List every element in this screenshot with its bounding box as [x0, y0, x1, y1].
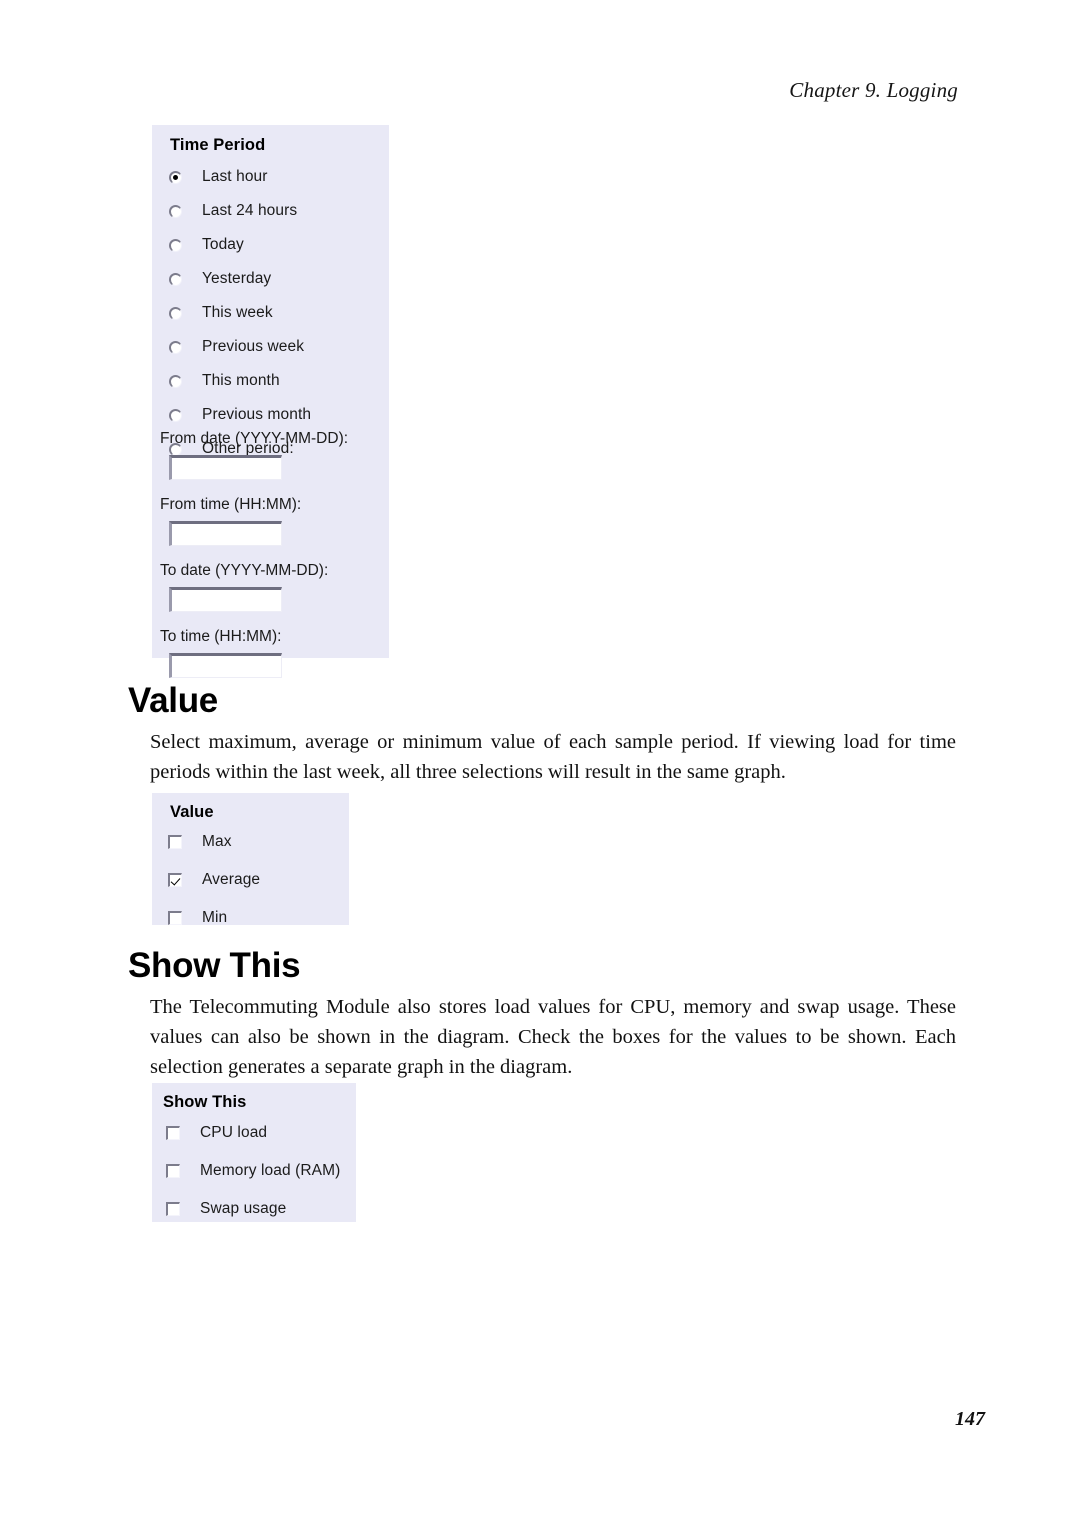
value-option-label: Min: [202, 909, 228, 926]
value-paragraph-text: Select maximum, average or minimum value…: [150, 731, 956, 783]
time-period-option-label: Last hour: [202, 168, 268, 185]
show-this-option-label: Memory load (RAM): [200, 1162, 341, 1179]
radio-icon-selected[interactable]: [169, 170, 182, 184]
checkbox-icon[interactable]: [166, 1202, 180, 1216]
time-period-option-label: Yesterday: [202, 270, 272, 287]
radio-icon[interactable]: [169, 204, 182, 218]
time-period-option-1[interactable]: Last 24 hours: [169, 202, 311, 220]
time-period-option-label: Previous week: [202, 338, 305, 355]
page-number: 147: [955, 1408, 985, 1430]
time-period-option-6[interactable]: This month: [169, 372, 311, 390]
time-period-field-1: From time (HH:MM):: [160, 496, 348, 546]
value-option-2[interactable]: Min: [168, 909, 260, 927]
text-input[interactable]: [169, 587, 282, 612]
show-this-option-1[interactable]: Memory load (RAM): [166, 1162, 340, 1180]
value-panel-title: Value: [170, 803, 214, 821]
radio-icon[interactable]: [169, 408, 182, 422]
time-period-option-7[interactable]: Previous month: [169, 406, 311, 424]
radio-icon[interactable]: [169, 374, 182, 388]
checkbox-icon[interactable]: [166, 1164, 180, 1178]
time-period-field-0: From date (YYYY-MM-DD):: [160, 430, 348, 480]
time-period-option-label: Previous month: [202, 406, 312, 423]
time-period-option-4[interactable]: This week: [169, 304, 311, 322]
time-period-option-label: This month: [202, 372, 280, 389]
checkbox-icon[interactable]: [168, 835, 182, 849]
time-period-option-label: Last 24 hours: [202, 202, 298, 219]
time-period-field-2: To date (YYYY-MM-DD):: [160, 562, 348, 612]
time-period-panel: Time Period Last hour Last 24 hours Today Y…: [152, 125, 389, 678]
time-period-radio-group[interactable]: Last hour Last 24 hours Today Yesterday This…: [169, 168, 311, 474]
field-label: From date (YYYY-MM-DD):: [160, 430, 349, 447]
value-option-0[interactable]: Max: [168, 833, 260, 851]
time-period-option-0[interactable]: Last hour: [169, 168, 311, 186]
time-period-panel-title: Time Period: [170, 136, 266, 154]
show-this-section-heading: Show This: [128, 946, 301, 985]
time-period-option-label: This week: [202, 304, 273, 321]
field-label: From time (HH:MM):: [160, 496, 302, 513]
show-this-panel-title: Show This: [163, 1093, 247, 1111]
show-this-paragraph-text: The Telecommuting Module also stores loa…: [150, 996, 956, 1078]
field-label: To time (HH:MM):: [160, 628, 282, 645]
text-input[interactable]: [169, 521, 282, 546]
time-period-option-label: Today: [202, 236, 244, 253]
show-this-section-paragraph: The Telecommuting Module also stores loa…: [150, 992, 956, 1082]
radio-icon[interactable]: [169, 272, 182, 286]
value-panel: Value Max Average Min: [152, 793, 349, 926]
show-this-option-2[interactable]: Swap usage: [166, 1200, 340, 1218]
time-period-option-3[interactable]: Yesterday: [169, 270, 311, 288]
checkbox-icon-checked[interactable]: [168, 873, 182, 887]
text-input[interactable]: [169, 455, 282, 480]
show-this-option-0[interactable]: CPU load: [166, 1124, 340, 1142]
show-this-panel: Show This CPU load Memory load (RAM) Swap …: [152, 1083, 356, 1222]
time-period-field-3: To time (HH:MM):: [160, 628, 348, 678]
running-header-chapter: Chapter 9. Logging: [789, 78, 958, 102]
time-period-option-5[interactable]: Previous week: [169, 338, 311, 356]
show-this-option-label: Swap usage: [200, 1200, 287, 1217]
value-option-label: Max: [202, 833, 232, 850]
value-option-1[interactable]: Average: [168, 871, 260, 889]
time-period-option-2[interactable]: Today: [169, 236, 311, 254]
show-this-option-label: CPU load: [200, 1124, 268, 1141]
value-section-heading: Value: [128, 681, 218, 720]
time-period-field-group: From date (YYYY-MM-DD): From time (HH:MM)…: [160, 430, 348, 694]
value-checkbox-group[interactable]: Max Average Min: [168, 833, 260, 947]
checkbox-icon[interactable]: [166, 1126, 180, 1140]
text-input[interactable]: [169, 653, 282, 678]
value-section-paragraph: Select maximum, average or minimum value…: [150, 727, 956, 787]
radio-icon[interactable]: [169, 340, 182, 354]
show-this-checkbox-group[interactable]: CPU load Memory load (RAM) Swap usage: [166, 1124, 340, 1238]
radio-icon[interactable]: [169, 306, 182, 320]
value-option-label: Average: [202, 871, 261, 888]
field-label: To date (YYYY-MM-DD):: [160, 562, 329, 579]
checkbox-icon[interactable]: [168, 911, 182, 925]
radio-icon[interactable]: [169, 238, 182, 252]
